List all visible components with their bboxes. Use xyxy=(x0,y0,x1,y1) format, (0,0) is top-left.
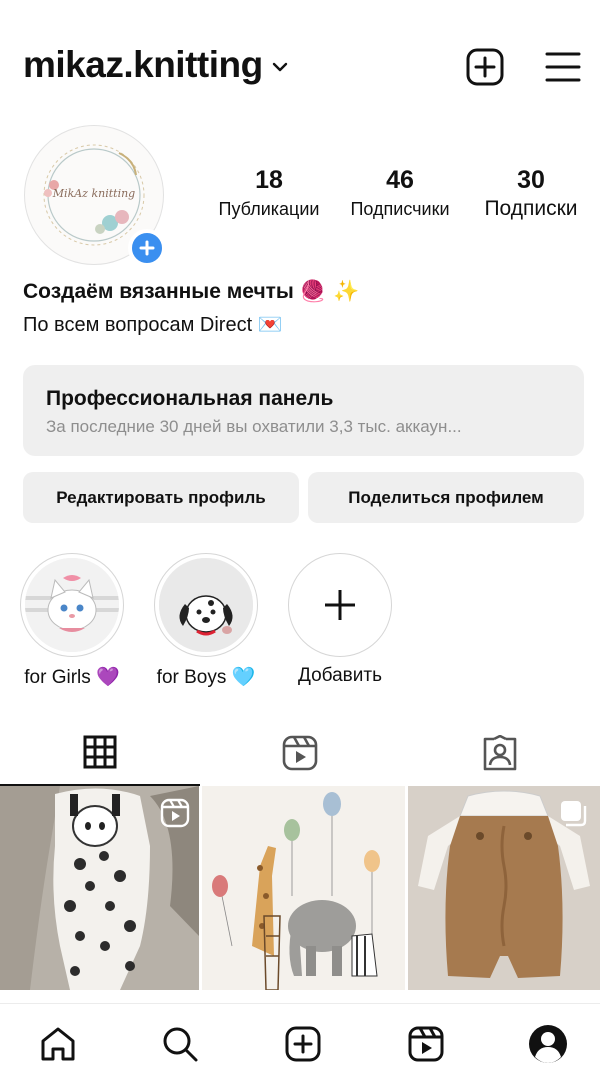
account-switcher[interactable]: mikaz.knitting xyxy=(23,44,289,86)
grid-icon xyxy=(83,735,117,769)
professional-dashboard-subtitle: За последние 30 дней вы охватили 3,3 тыс… xyxy=(46,417,462,436)
highlight-for-girls[interactable]: for Girls 💜 xyxy=(19,553,125,689)
highlight-ring xyxy=(20,553,124,657)
following-count-value: 30 xyxy=(517,166,545,194)
nav-home[interactable] xyxy=(38,1024,78,1064)
nav-reels[interactable] xyxy=(406,1024,446,1064)
bio-text-emoji: 💌 xyxy=(257,312,283,336)
cat-illustration-image xyxy=(25,558,119,652)
plus-icon xyxy=(325,590,355,620)
post-thumbnail[interactable] xyxy=(408,786,600,990)
tab-reels[interactable] xyxy=(200,720,400,786)
highlight-label-emoji: 💜 xyxy=(96,666,120,688)
dalmatian-puppy-illustration-image xyxy=(159,558,253,652)
reels-icon xyxy=(282,735,318,771)
create-icon xyxy=(285,1026,321,1062)
highlight-label-text: for Boys xyxy=(156,667,227,688)
bio-text-content: По всем вопросам Direct xyxy=(23,314,253,336)
highlight-ring xyxy=(154,553,258,657)
content-tabs xyxy=(0,720,600,786)
reels-icon xyxy=(160,798,190,828)
avatar-logo-text: MikAz knitting xyxy=(52,187,135,200)
nav-create[interactable] xyxy=(283,1024,323,1064)
bio-name-emoji: 🧶 ✨ xyxy=(299,279,360,303)
menu-icon[interactable] xyxy=(545,50,581,84)
highlight-add-new[interactable]: Добавить xyxy=(287,553,393,687)
posts-count-value: 18 xyxy=(255,166,283,194)
posts-count-label: Публикации xyxy=(218,199,320,219)
highlight-label-emoji: 🩵 xyxy=(231,666,256,688)
tagged-icon xyxy=(483,735,517,771)
chevron-down-icon[interactable] xyxy=(271,58,289,76)
highlight-for-boys[interactable]: for Boys 🩵 xyxy=(153,553,259,689)
posts-count[interactable]: 18 Публикации xyxy=(208,165,330,221)
professional-dashboard[interactable]: Профессиональная панель За последние 30 … xyxy=(23,365,584,456)
followers-count-label: Подписчики xyxy=(350,199,450,219)
bio-text: По всем вопросам Direct 💌 xyxy=(23,312,283,337)
share-profile-button[interactable]: Поделиться профилем xyxy=(308,472,584,523)
bio-name: Создаём вязанные мечты 🧶 ✨ xyxy=(23,279,359,304)
home-icon xyxy=(41,1027,75,1061)
animals-with-balloons-illustration-image xyxy=(202,786,405,990)
followers-count[interactable]: 46 Подписчики xyxy=(340,165,460,221)
highlight-label: for Boys 🩵 xyxy=(153,665,259,689)
nav-search[interactable] xyxy=(160,1024,200,1064)
followers-count-value: 46 xyxy=(386,166,414,194)
professional-dashboard-title: Профессиональная панель xyxy=(46,387,334,410)
highlight-label: for Girls 💜 xyxy=(19,665,125,689)
post-thumbnail[interactable] xyxy=(202,786,405,990)
posts-grid xyxy=(0,786,600,1006)
highlight-label: Добавить xyxy=(298,665,382,686)
tab-tagged[interactable] xyxy=(400,720,600,786)
highlight-ring xyxy=(288,553,392,657)
post-thumbnail[interactable] xyxy=(0,786,199,990)
highlight-label-text: for Girls xyxy=(24,667,91,688)
search-icon xyxy=(163,1027,198,1062)
following-count[interactable]: 30 Подписки xyxy=(472,165,590,221)
edit-profile-button[interactable]: Редактировать профиль xyxy=(23,472,299,523)
nav-profile[interactable] xyxy=(528,1024,568,1064)
plus-icon xyxy=(139,240,155,256)
tab-posts-grid[interactable] xyxy=(0,720,200,786)
add-story-button[interactable] xyxy=(128,229,166,267)
username[interactable]: mikaz.knitting xyxy=(23,44,263,86)
profile-header: mikaz.knitting xyxy=(0,0,600,130)
bio-name-text: Создаём вязанные мечты xyxy=(23,280,294,303)
reels-icon xyxy=(408,1026,444,1062)
carousel-icon xyxy=(561,801,587,827)
following-count-label: Подписки xyxy=(484,197,578,220)
profile-avatar[interactable]: MikAz knitting xyxy=(24,125,166,267)
profile-icon xyxy=(529,1025,567,1063)
bottom-navigation-bar xyxy=(0,1003,600,1077)
create-post-icon[interactable] xyxy=(466,48,504,86)
